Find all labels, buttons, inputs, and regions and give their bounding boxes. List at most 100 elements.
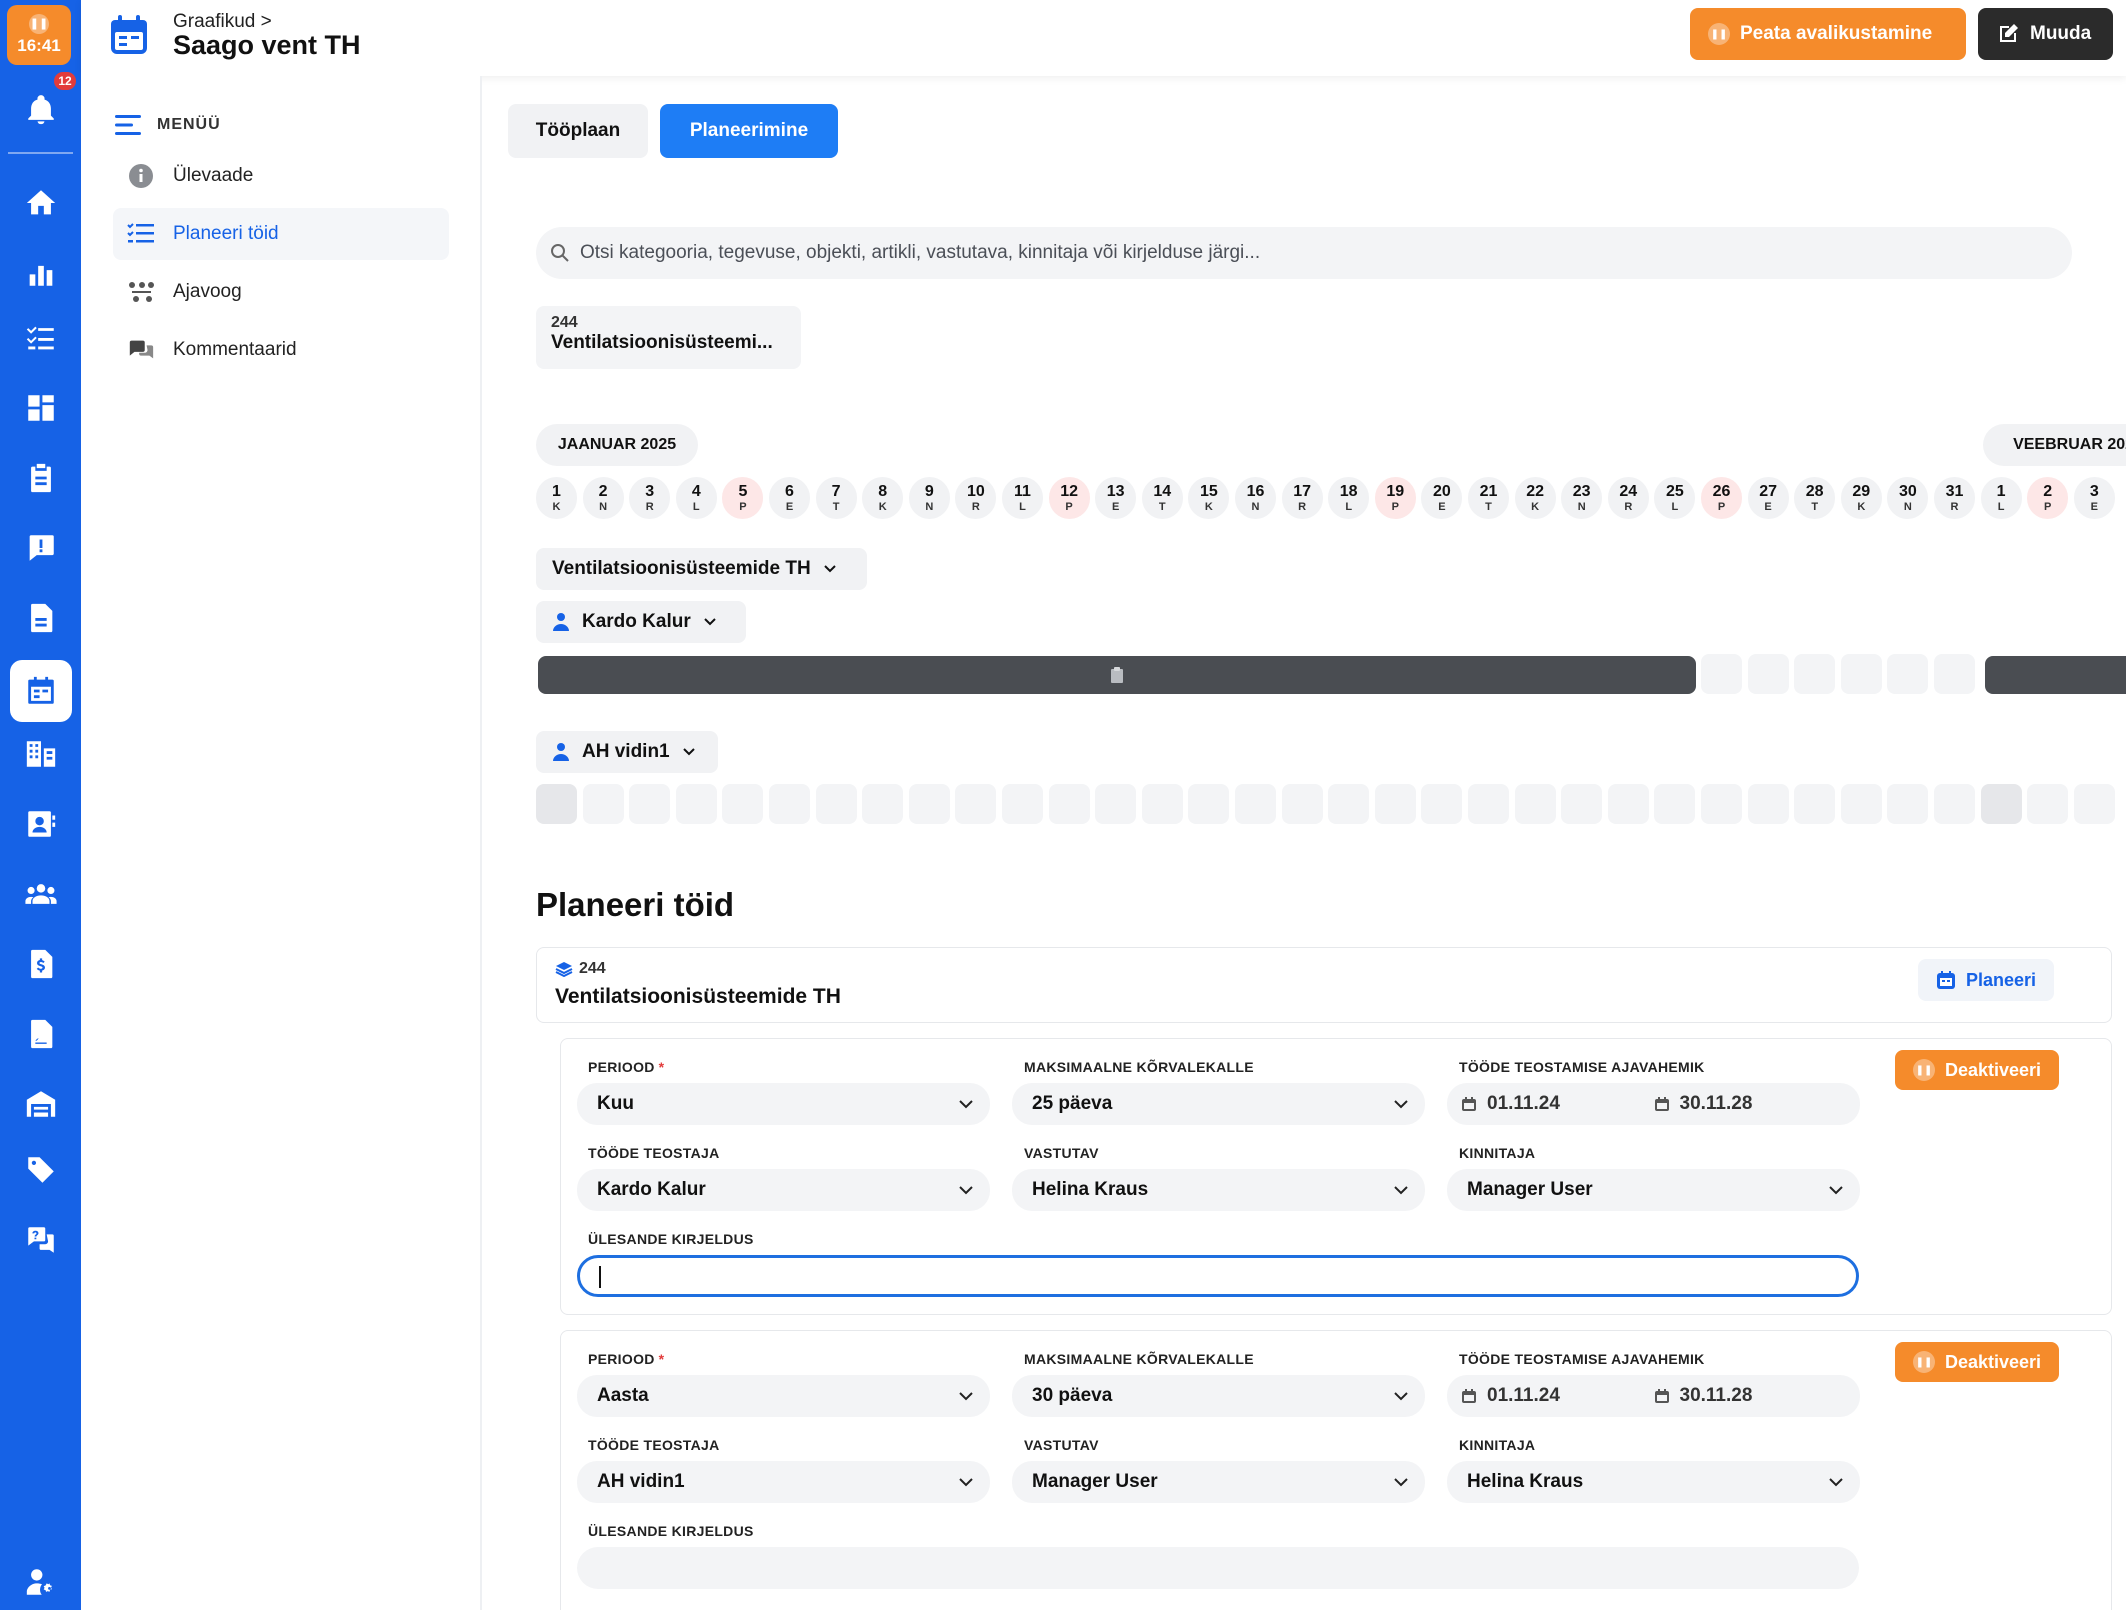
- rail-statistics[interactable]: [0, 245, 81, 301]
- day-cell[interactable]: [1514, 784, 1556, 824]
- rail-buildings[interactable]: [0, 726, 81, 782]
- calendar-day[interactable]: 23 N: [1561, 477, 1603, 519]
- deactivate-button[interactable]: ❚❚ Deaktiveeri: [1895, 1050, 2059, 1090]
- rail-issues[interactable]: [0, 520, 81, 576]
- calendar-day[interactable]: 11 L: [1002, 477, 1043, 519]
- calendar-day[interactable]: 13 E: [1095, 477, 1137, 519]
- end-date-field[interactable]: 30.11.28: [1654, 1093, 1847, 1115]
- calendar-day[interactable]: 29 K: [1840, 477, 1882, 519]
- rail-home[interactable]: [0, 175, 81, 231]
- day-cell[interactable]: [908, 784, 950, 824]
- day-cell[interactable]: [1048, 784, 1090, 824]
- calendar-day[interactable]: 30 N: [1887, 477, 1929, 519]
- day-cell[interactable]: [1794, 654, 1836, 694]
- calendar-day[interactable]: 25 L: [1654, 477, 1696, 519]
- day-cell[interactable]: [1188, 784, 1230, 824]
- calendar-day[interactable]: 17 R: [1281, 477, 1323, 519]
- category-group-dropdown[interactable]: Ventilatsioonisüsteemide TH: [536, 548, 867, 590]
- rail-tags[interactable]: [0, 1142, 81, 1198]
- deactivate-button[interactable]: ❚❚ Deaktiveeri: [1895, 1342, 2059, 1382]
- day-cell[interactable]: [2027, 784, 2069, 824]
- max-deviation-select[interactable]: 30 päeva: [1012, 1375, 1425, 1417]
- performer-select[interactable]: AH vidin1: [577, 1461, 990, 1503]
- rail-schedules[interactable]: [0, 656, 81, 726]
- day-cell[interactable]: [629, 784, 671, 824]
- day-cell[interactable]: [1281, 784, 1323, 824]
- approver-select[interactable]: Manager User: [1447, 1169, 1860, 1211]
- calendar-day[interactable]: 9N: [908, 477, 950, 519]
- calendar-day[interactable]: 15 K: [1188, 477, 1230, 519]
- rail-help[interactable]: [0, 1212, 81, 1268]
- start-date-field[interactable]: 01.11.24: [1461, 1385, 1654, 1407]
- responsible-select[interactable]: Manager User: [1012, 1461, 1425, 1503]
- calendar-day[interactable]: 3E: [2073, 477, 2115, 519]
- calendar-day[interactable]: 12 P: [1048, 477, 1090, 519]
- performer-select[interactable]: Kardo Kalur: [577, 1169, 990, 1211]
- day-cell[interactable]: [675, 784, 717, 824]
- day-cell[interactable]: [1840, 654, 1882, 694]
- day-cell[interactable]: [1794, 784, 1836, 824]
- day-cell[interactable]: [1934, 654, 1975, 694]
- day-cell[interactable]: [536, 784, 577, 824]
- calendar-day[interactable]: 7T: [815, 477, 857, 519]
- rail-user-settings[interactable]: [0, 1554, 81, 1610]
- day-cell[interactable]: [769, 784, 810, 824]
- search-input[interactable]: [580, 242, 2030, 264]
- day-cell[interactable]: [1607, 784, 1649, 824]
- calendar-day[interactable]: 2P: [2027, 477, 2069, 519]
- end-date-field[interactable]: 30.11.28: [1654, 1385, 1847, 1407]
- calendar-day[interactable]: 18 L: [1328, 477, 1370, 519]
- rail-checklists[interactable]: [0, 450, 81, 506]
- calendar-day[interactable]: 5P: [722, 477, 764, 519]
- rail-invoices[interactable]: [0, 936, 81, 992]
- calendar-day[interactable]: 1L: [1980, 477, 2022, 519]
- day-cell[interactable]: [1421, 784, 1463, 824]
- calendar-day[interactable]: 26 P: [1701, 477, 1742, 519]
- calendar-day[interactable]: 19 P: [1374, 477, 1416, 519]
- period-select[interactable]: Kuu: [577, 1083, 990, 1125]
- menu-item-plan-works[interactable]: Planeeri töid: [113, 208, 449, 260]
- calendar-day[interactable]: 21 T: [1468, 477, 1509, 519]
- edit-button[interactable]: Muuda: [1978, 8, 2113, 60]
- calendar-day[interactable]: 3R: [629, 477, 671, 519]
- day-cell[interactable]: [815, 784, 857, 824]
- day-cell[interactable]: [1328, 784, 1370, 824]
- start-date-field[interactable]: 01.11.24: [1461, 1093, 1654, 1115]
- calendar-day[interactable]: 28 T: [1794, 477, 1836, 519]
- day-cell[interactable]: [2073, 784, 2115, 824]
- calendar-day[interactable]: 31 R: [1934, 477, 1975, 519]
- day-cell[interactable]: [1095, 784, 1137, 824]
- calendar-day[interactable]: 24 R: [1607, 477, 1649, 519]
- responsible-select[interactable]: Helina Kraus: [1012, 1169, 1425, 1211]
- calendar-day[interactable]: 27 E: [1747, 477, 1789, 519]
- scheduled-task-bar[interactable]: [1985, 656, 2126, 694]
- day-cell[interactable]: [1468, 784, 1509, 824]
- day-cell[interactable]: [1747, 654, 1789, 694]
- person-group-dropdown-2[interactable]: AH vidin1: [536, 731, 718, 773]
- work-timer[interactable]: ❚❚ 16:41: [7, 5, 71, 65]
- calendar-day[interactable]: 2N: [582, 477, 624, 519]
- person-group-dropdown-1[interactable]: Kardo Kalur: [536, 601, 746, 643]
- calendar-day[interactable]: 14 T: [1141, 477, 1183, 519]
- description-input[interactable]: [577, 1255, 1859, 1297]
- tab-planning[interactable]: Planeerimine: [660, 104, 838, 158]
- day-cell[interactable]: [1701, 654, 1742, 694]
- rail-reports[interactable]: [0, 1006, 81, 1062]
- approver-select[interactable]: Helina Kraus: [1447, 1461, 1860, 1503]
- stop-publishing-button[interactable]: ❚❚ Peata avalikustamine: [1690, 8, 1966, 60]
- plan-button[interactable]: Planeeri: [1918, 959, 2054, 1001]
- menu-item-timeline[interactable]: Ajavoog: [113, 266, 449, 318]
- rail-documents[interactable]: [0, 590, 81, 646]
- menu-heading[interactable]: MENÜÜ: [115, 114, 221, 136]
- menu-item-overview[interactable]: Ülevaade: [113, 150, 449, 202]
- day-cell[interactable]: [1934, 784, 1975, 824]
- day-cell[interactable]: [1980, 784, 2022, 824]
- rail-contacts[interactable]: [0, 796, 81, 852]
- tab-work-plan[interactable]: Tööplaan: [508, 104, 648, 158]
- rail-tasks[interactable]: [0, 310, 81, 366]
- day-cell[interactable]: [1654, 784, 1696, 824]
- calendar-day[interactable]: 22 K: [1514, 477, 1556, 519]
- category-filter-chip[interactable]: 244 Ventilatsioonisüsteemi...: [536, 306, 801, 369]
- search-bar[interactable]: [536, 227, 2072, 279]
- rail-dashboard[interactable]: [0, 380, 81, 436]
